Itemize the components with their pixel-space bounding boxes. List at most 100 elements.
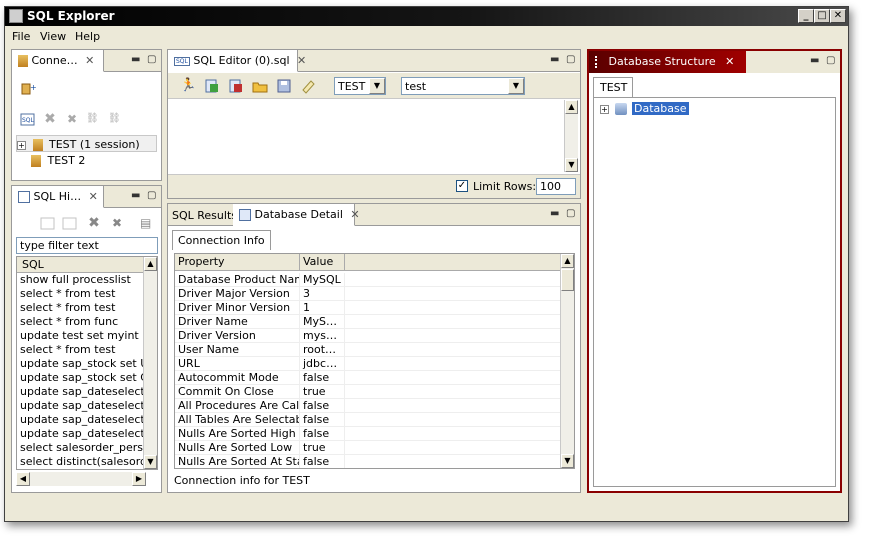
remove-icon[interactable]: ✖ (86, 215, 102, 231)
table-row[interactable]: Nulls Are Sorted At Start false (175, 455, 561, 468)
tab-database-structure[interactable]: Database Structure ✕ (589, 51, 746, 73)
table-row[interactable]: Driver Name MyS… (175, 315, 561, 329)
table-row[interactable]: URL jdbc… (175, 357, 561, 371)
scroll-down-icon[interactable]: ▼ (565, 158, 578, 172)
execute-new-tab-icon[interactable] (204, 78, 220, 94)
scroll-down-icon[interactable]: ▼ (561, 454, 574, 468)
editor-vscroll[interactable]: ▲ ▼ (564, 100, 578, 172)
tab-sql-history[interactable]: SQL Hi… ✕ (12, 186, 104, 208)
minimize-view-icon[interactable]: ▬ (550, 208, 559, 219)
history-row[interactable]: update sap_dateselection (17, 413, 143, 427)
maximize-view-icon[interactable]: ▢ (147, 190, 156, 201)
close-button[interactable]: ✕ (830, 9, 846, 23)
table-row[interactable]: Database Product Name MySQL (175, 273, 561, 287)
remove-all-icon[interactable]: ✖ (109, 215, 125, 231)
history-row[interactable]: select salesorder_person l (17, 441, 143, 455)
scroll-up-icon[interactable]: ▲ (144, 257, 157, 271)
table-row[interactable]: Driver Major Version 3 (175, 287, 561, 301)
chevron-down-icon[interactable]: ▼ (369, 78, 385, 94)
column-header-property[interactable]: Property (175, 254, 300, 270)
expand-icon[interactable]: + (600, 104, 609, 114)
history-row[interactable]: update sap_stock set CUS (17, 371, 143, 385)
history-row[interactable]: select * from test (17, 287, 143, 301)
table-row[interactable]: Driver Minor Version 1 (175, 301, 561, 315)
disconnect-all-icon[interactable]: ⛓ (108, 111, 124, 127)
sql-editor-text-area[interactable]: ▲ ▼ (170, 100, 578, 172)
scroll-left-icon[interactable]: ◀ (16, 472, 30, 486)
disconnect-icon[interactable]: ⛓ (86, 111, 102, 127)
tab-database-detail[interactable]: Database Detail ✕ (233, 204, 360, 226)
column-header-value[interactable]: Value (300, 254, 345, 270)
tree-item-database[interactable]: + Database (600, 102, 689, 115)
table-row[interactable]: Nulls Are Sorted High false (175, 427, 561, 441)
tab-sql-results[interactable]: SQL Results (172, 209, 237, 222)
execute-icon[interactable]: 🏃 (180, 78, 196, 94)
table-row[interactable]: All Procedures Are Cal… false (175, 399, 561, 413)
history-row[interactable]: show full processlist (17, 273, 143, 287)
menu-help[interactable]: Help (75, 30, 100, 43)
scroll-thumb[interactable] (561, 269, 574, 291)
history-row[interactable]: select * from test (17, 343, 143, 357)
tab-close-icon[interactable]: ✕ (297, 54, 306, 67)
tab-close-icon[interactable]: ✕ (725, 55, 734, 68)
tab-close-icon[interactable]: ✕ (350, 208, 359, 221)
minimize-view-icon[interactable]: ▬ (550, 54, 559, 65)
maximize-view-icon[interactable]: ▢ (566, 54, 575, 65)
tab-connection-info[interactable]: Connection Info (172, 230, 271, 250)
tree-item-test2[interactable]: TEST 2 (16, 152, 157, 169)
history-row[interactable]: update sap_dateselection (17, 427, 143, 441)
history-filter-input[interactable] (16, 237, 158, 254)
maximize-view-icon[interactable]: ▢ (826, 55, 835, 66)
detail-vscroll[interactable]: ▲ ▼ (560, 254, 574, 468)
maximize-view-icon[interactable]: ▢ (147, 54, 156, 65)
table-row[interactable]: User Name root… (175, 343, 561, 357)
limit-rows-input[interactable] (536, 178, 576, 195)
delete-all-icon[interactable]: ✖ (64, 111, 80, 127)
scroll-up-icon[interactable]: ▲ (561, 254, 574, 268)
tab-structure-test[interactable]: TEST (593, 77, 633, 97)
tab-sql-editor[interactable]: SQL SQL Editor (0).sql ✕ (168, 50, 306, 72)
save-icon[interactable] (276, 78, 292, 94)
minimize-view-icon[interactable]: ▬ (810, 55, 819, 66)
chevron-down-icon[interactable]: ▼ (508, 78, 524, 94)
history-row[interactable]: update test set myint = 4: (17, 329, 143, 343)
clear-icon[interactable] (300, 78, 316, 94)
open-file-icon[interactable] (252, 78, 268, 94)
limit-rows-checkbox[interactable]: ✓ (456, 180, 468, 192)
tab-close-icon[interactable]: ✕ (89, 190, 98, 203)
history-row[interactable]: select * from func (17, 315, 143, 329)
minimize-view-icon[interactable]: ▬ (131, 54, 140, 65)
history-row[interactable]: select * from test (17, 301, 143, 315)
history-column-header[interactable]: SQL (17, 257, 143, 273)
table-row[interactable]: Nulls Are Sorted Low true (175, 441, 561, 455)
copy-icon[interactable]: ▤ (140, 215, 156, 231)
tab-close-icon[interactable]: ✕ (85, 54, 94, 67)
execute-cancel-icon[interactable] (228, 78, 244, 94)
menu-view[interactable]: View (40, 30, 66, 43)
scroll-right-icon[interactable]: ▶ (132, 472, 146, 486)
new-sql-icon[interactable]: SQL (20, 111, 36, 127)
table-row[interactable]: All Tables Are Selectable false (175, 413, 561, 427)
history-hscroll[interactable]: ◀ ▶ (16, 472, 146, 486)
new-connection-icon[interactable]: + (20, 81, 37, 97)
maximize-view-icon[interactable]: ▢ (566, 208, 575, 219)
history-row[interactable]: update sap_dateselection (17, 385, 143, 399)
table-row[interactable]: Commit On Close true (175, 385, 561, 399)
expand-icon[interactable]: + (17, 140, 26, 150)
scroll-up-icon[interactable]: ▲ (565, 100, 578, 114)
scroll-down-icon[interactable]: ▼ (144, 455, 157, 469)
connection-combo[interactable]: TEST ▼ (334, 77, 386, 95)
history-row[interactable]: update sap_stock set UPM (17, 357, 143, 371)
menu-file[interactable]: File (12, 30, 30, 43)
open-in-editor-icon[interactable] (40, 215, 56, 231)
append-to-editor-icon[interactable] (62, 215, 78, 231)
history-row[interactable]: update sap_dateselection (17, 399, 143, 413)
table-row[interactable]: Autocommit Mode false (175, 371, 561, 385)
history-row[interactable]: select distinct(salesorder_ (17, 455, 143, 469)
tab-connections[interactable]: Conne… ✕ (12, 50, 104, 72)
maximize-button[interactable]: □ (814, 9, 830, 23)
catalog-combo[interactable]: test ▼ (401, 77, 525, 95)
minimize-view-icon[interactable]: ▬ (131, 190, 140, 201)
delete-icon[interactable]: ✖ (42, 111, 58, 127)
table-row[interactable]: Driver Version mys… (175, 329, 561, 343)
